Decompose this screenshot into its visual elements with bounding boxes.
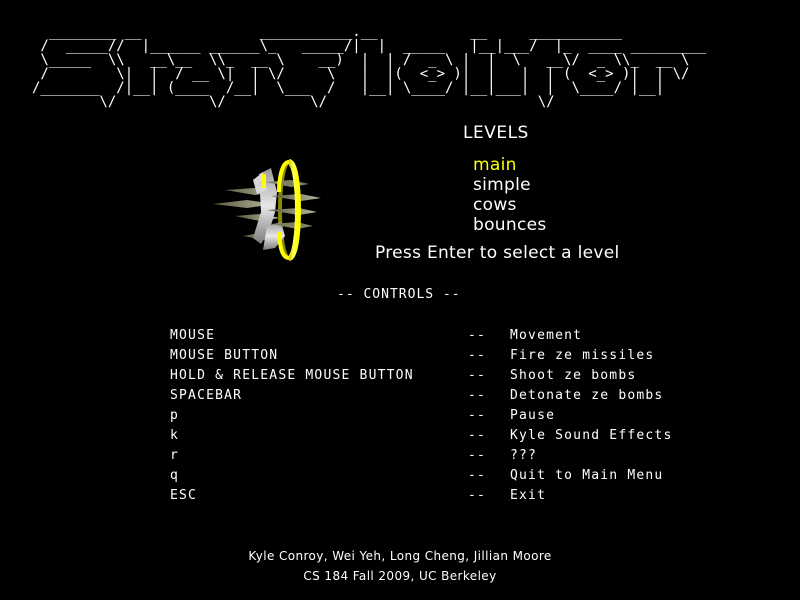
level-option-bounces[interactable]: bounces [473, 215, 547, 235]
control-key: HOLD & RELEASE MOUSE BUTTON [170, 368, 414, 383]
spaceship-icon [205, 152, 335, 267]
control-separator: -- [468, 348, 487, 363]
control-separator: -- [468, 468, 487, 483]
spaceship-graphic [213, 159, 321, 261]
control-key: MOUSE BUTTON [170, 348, 279, 363]
control-key: ESC [170, 488, 198, 503]
level-list: main simple cows bounces [473, 155, 547, 235]
select-level-prompt: Press Enter to select a level [375, 243, 620, 263]
control-separator: -- [468, 328, 487, 343]
control-action: Kyle Sound Effects [510, 428, 673, 443]
game-title-ascii-art: ________ __ ___________.__ __ __________… [0, 24, 800, 110]
control-separator: -- [468, 408, 487, 423]
control-key: p [170, 408, 180, 423]
level-option-cows[interactable]: cows [473, 195, 547, 215]
control-action: Quit to Main Menu [510, 468, 664, 483]
level-option-main[interactable]: main [473, 155, 547, 175]
control-key: MOUSE [170, 328, 216, 343]
levels-heading: LEVELS [463, 123, 529, 143]
control-separator: -- [468, 388, 487, 403]
control-separator: -- [468, 428, 487, 443]
control-action: Movement [510, 328, 583, 343]
control-action: Fire ze missiles [510, 348, 655, 363]
control-key: r [170, 448, 180, 463]
control-key: q [170, 468, 180, 483]
level-option-simple[interactable]: simple [473, 175, 547, 195]
ascii-title-line: \/ \/ \/ \/ [32, 94, 707, 110]
control-key: k [170, 428, 180, 443]
control-separator: -- [468, 368, 487, 383]
control-separator: -- [468, 448, 487, 463]
control-action: Detonate ze bombs [510, 388, 664, 403]
control-action: Shoot ze bombs [510, 368, 637, 383]
control-key: SPACEBAR [170, 388, 243, 403]
control-action: Pause [510, 408, 556, 423]
controls-heading: -- CONTROLS -- [337, 287, 461, 302]
control-action: ??? [510, 448, 538, 463]
credits-course: CS 184 Fall 2009, UC Berkeley [303, 569, 497, 583]
control-separator: -- [468, 488, 487, 503]
control-action: Exit [510, 488, 547, 503]
credits-authors: Kyle Conroy, Wei Yeh, Long Cheng, Jillia… [248, 549, 552, 563]
